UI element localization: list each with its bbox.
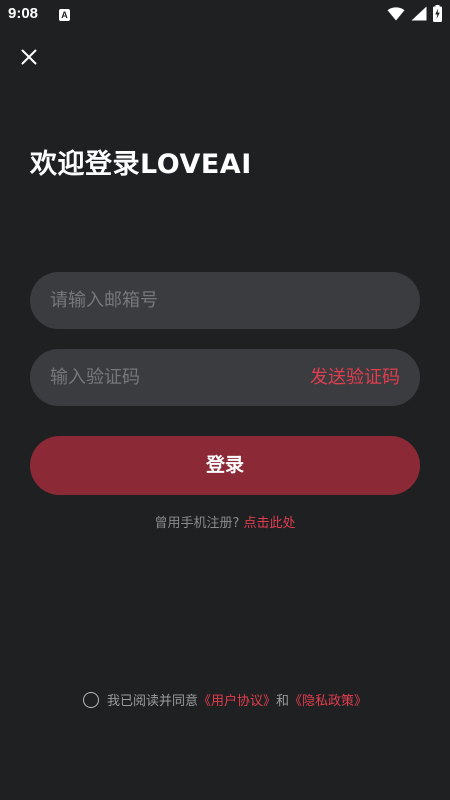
status-bar: 9:08 A (0, 0, 450, 32)
code-field-container: 发送验证码 (30, 349, 420, 406)
email-input[interactable] (50, 272, 400, 329)
agreement-row: 我已阅读并同意 《用户协议》 和 《隐私政策》 (0, 690, 450, 709)
page-title: 欢迎登录LOVEAI (30, 149, 252, 180)
register-link[interactable]: 点击此处 (244, 516, 296, 531)
email-field-container (30, 272, 420, 329)
close-button[interactable] (14, 44, 44, 74)
wifi-icon (387, 6, 405, 25)
status-icons (387, 4, 442, 26)
privacy-policy-link[interactable]: 《隐私政策》 (289, 690, 367, 709)
send-code-button[interactable]: 发送验证码 (310, 349, 400, 406)
agreement-conjunction: 和 (276, 694, 290, 709)
login-button[interactable]: 登录 (30, 436, 420, 495)
agreement-prefix: 我已阅读并同意 (106, 694, 198, 709)
close-icon (21, 49, 37, 69)
user-agreement-link[interactable]: 《用户协议》 (198, 690, 276, 709)
signal-icon (411, 6, 427, 25)
notification-a-icon: A (59, 9, 70, 21)
register-prompt: 曾用手机注册? (154, 516, 240, 531)
agree-checkbox[interactable] (82, 691, 99, 708)
register-hint: 曾用手机注册? 点击此处 (0, 512, 450, 531)
verification-code-input[interactable] (50, 349, 280, 406)
status-time: 9:08 (8, 5, 39, 22)
battery-charging-icon (433, 4, 442, 26)
